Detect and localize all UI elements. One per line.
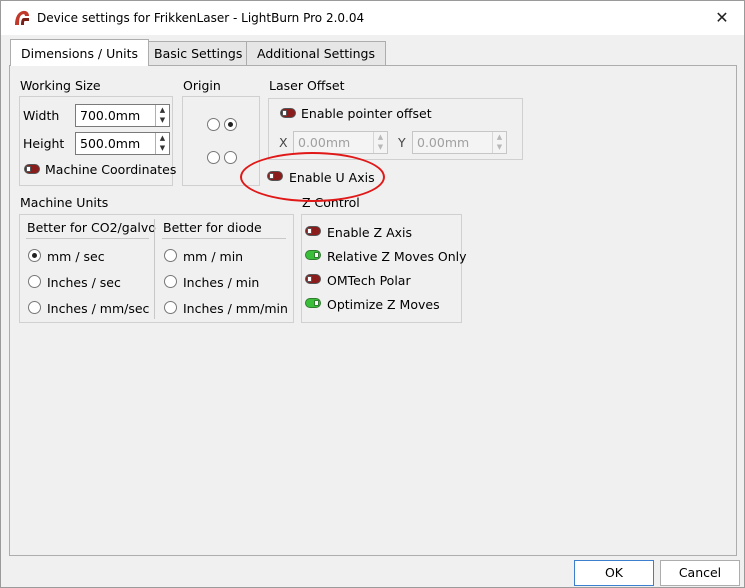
y-offset-label: Y [398, 135, 406, 150]
spin-up-icon[interactable]: ▲ [156, 133, 169, 143]
spin-down-icon[interactable]: ▼ [493, 142, 506, 152]
y-offset-spinbox[interactable]: 0.00mm ▲ ▼ [412, 131, 507, 154]
inches-mm-min-radio[interactable] [164, 301, 177, 314]
tab-additional-settings[interactable]: Additional Settings [246, 41, 386, 66]
height-label: Height [23, 136, 65, 151]
inches-per-sec-label: Inches / sec [47, 275, 121, 290]
diode-heading: Better for diode [163, 220, 262, 235]
origin-bottom-right-radio[interactable] [224, 151, 237, 164]
co2-heading-underline [26, 238, 149, 239]
spin-up-icon[interactable]: ▲ [156, 105, 169, 115]
machine-coordinates-toggle[interactable] [24, 164, 40, 174]
tab-basic-settings[interactable]: Basic Settings [143, 41, 254, 66]
enable-u-axis-toggle[interactable] [267, 171, 283, 181]
units-column-divider [154, 219, 155, 319]
height-value: 500.0mm [80, 136, 141, 151]
enable-u-axis-label: Enable U Axis [289, 170, 375, 185]
inches-mm-sec-radio[interactable] [28, 301, 41, 314]
enable-z-axis-toggle[interactable] [305, 226, 321, 236]
cancel-button[interactable]: Cancel [660, 560, 740, 586]
ok-button[interactable]: OK [574, 560, 654, 586]
width-spinbox[interactable]: 700.0mm ▲ ▼ [75, 104, 170, 127]
tab-dimensions-units[interactable]: Dimensions / Units [10, 39, 150, 66]
working-size-heading: Working Size [20, 78, 101, 93]
z-control-heading: Z Control [302, 195, 360, 210]
origin-top-left-radio[interactable] [207, 118, 220, 131]
spin-up-icon[interactable]: ▲ [493, 132, 506, 142]
spin-down-icon[interactable]: ▼ [374, 142, 387, 152]
optimize-z-moves-label: Optimize Z Moves [327, 297, 440, 312]
window-title: Device settings for FrikkenLaser - Light… [37, 11, 365, 25]
x-offset-value: 0.00mm [298, 135, 351, 150]
lightburn-app-icon [15, 10, 29, 25]
machine-coordinates-label: Machine Coordinates [45, 162, 177, 177]
inches-per-sec-radio[interactable] [28, 275, 41, 288]
mm-per-sec-radio[interactable] [28, 249, 41, 262]
width-value: 700.0mm [80, 108, 141, 123]
inches-per-min-radio[interactable] [164, 275, 177, 288]
close-icon[interactable]: ✕ [710, 6, 734, 30]
optimize-z-moves-toggle[interactable] [305, 298, 321, 308]
inches-mm-sec-label: Inches / mm/sec [47, 301, 150, 316]
relative-z-moves-label: Relative Z Moves Only [327, 249, 467, 264]
spin-down-icon[interactable]: ▼ [156, 115, 169, 125]
mm-per-sec-label: mm / sec [47, 249, 105, 264]
device-settings-dialog: Device settings for FrikkenLaser - Light… [0, 0, 745, 588]
spin-down-icon[interactable]: ▼ [156, 143, 169, 153]
origin-heading: Origin [183, 78, 221, 93]
mm-per-min-label: mm / min [183, 249, 244, 264]
x-offset-label: X [279, 135, 288, 150]
width-label: Width [23, 108, 60, 123]
origin-group [182, 96, 260, 186]
spin-up-icon[interactable]: ▲ [374, 132, 387, 142]
y-offset-value: 0.00mm [417, 135, 470, 150]
co2-galvo-heading: Better for CO2/galvo [27, 220, 156, 235]
x-offset-spinbox[interactable]: 0.00mm ▲ ▼ [293, 131, 388, 154]
omtech-polar-label: OMTech Polar [327, 273, 411, 288]
enable-pointer-offset-toggle[interactable] [280, 108, 296, 118]
mm-per-min-radio[interactable] [164, 249, 177, 262]
omtech-polar-toggle[interactable] [305, 274, 321, 284]
diode-heading-underline [162, 238, 286, 239]
laser-offset-heading: Laser Offset [269, 78, 345, 93]
enable-pointer-offset-label: Enable pointer offset [301, 106, 432, 121]
title-bar[interactable]: Device settings for FrikkenLaser - Light… [1, 1, 744, 35]
origin-bottom-left-radio[interactable] [207, 151, 220, 164]
inches-mm-min-label: Inches / mm/min [183, 301, 288, 316]
height-spinbox[interactable]: 500.0mm ▲ ▼ [75, 132, 170, 155]
machine-units-heading: Machine Units [20, 195, 109, 210]
inches-per-min-label: Inches / min [183, 275, 260, 290]
relative-z-moves-toggle[interactable] [305, 250, 321, 260]
enable-z-axis-label: Enable Z Axis [327, 225, 413, 240]
origin-top-right-radio[interactable] [224, 118, 237, 131]
